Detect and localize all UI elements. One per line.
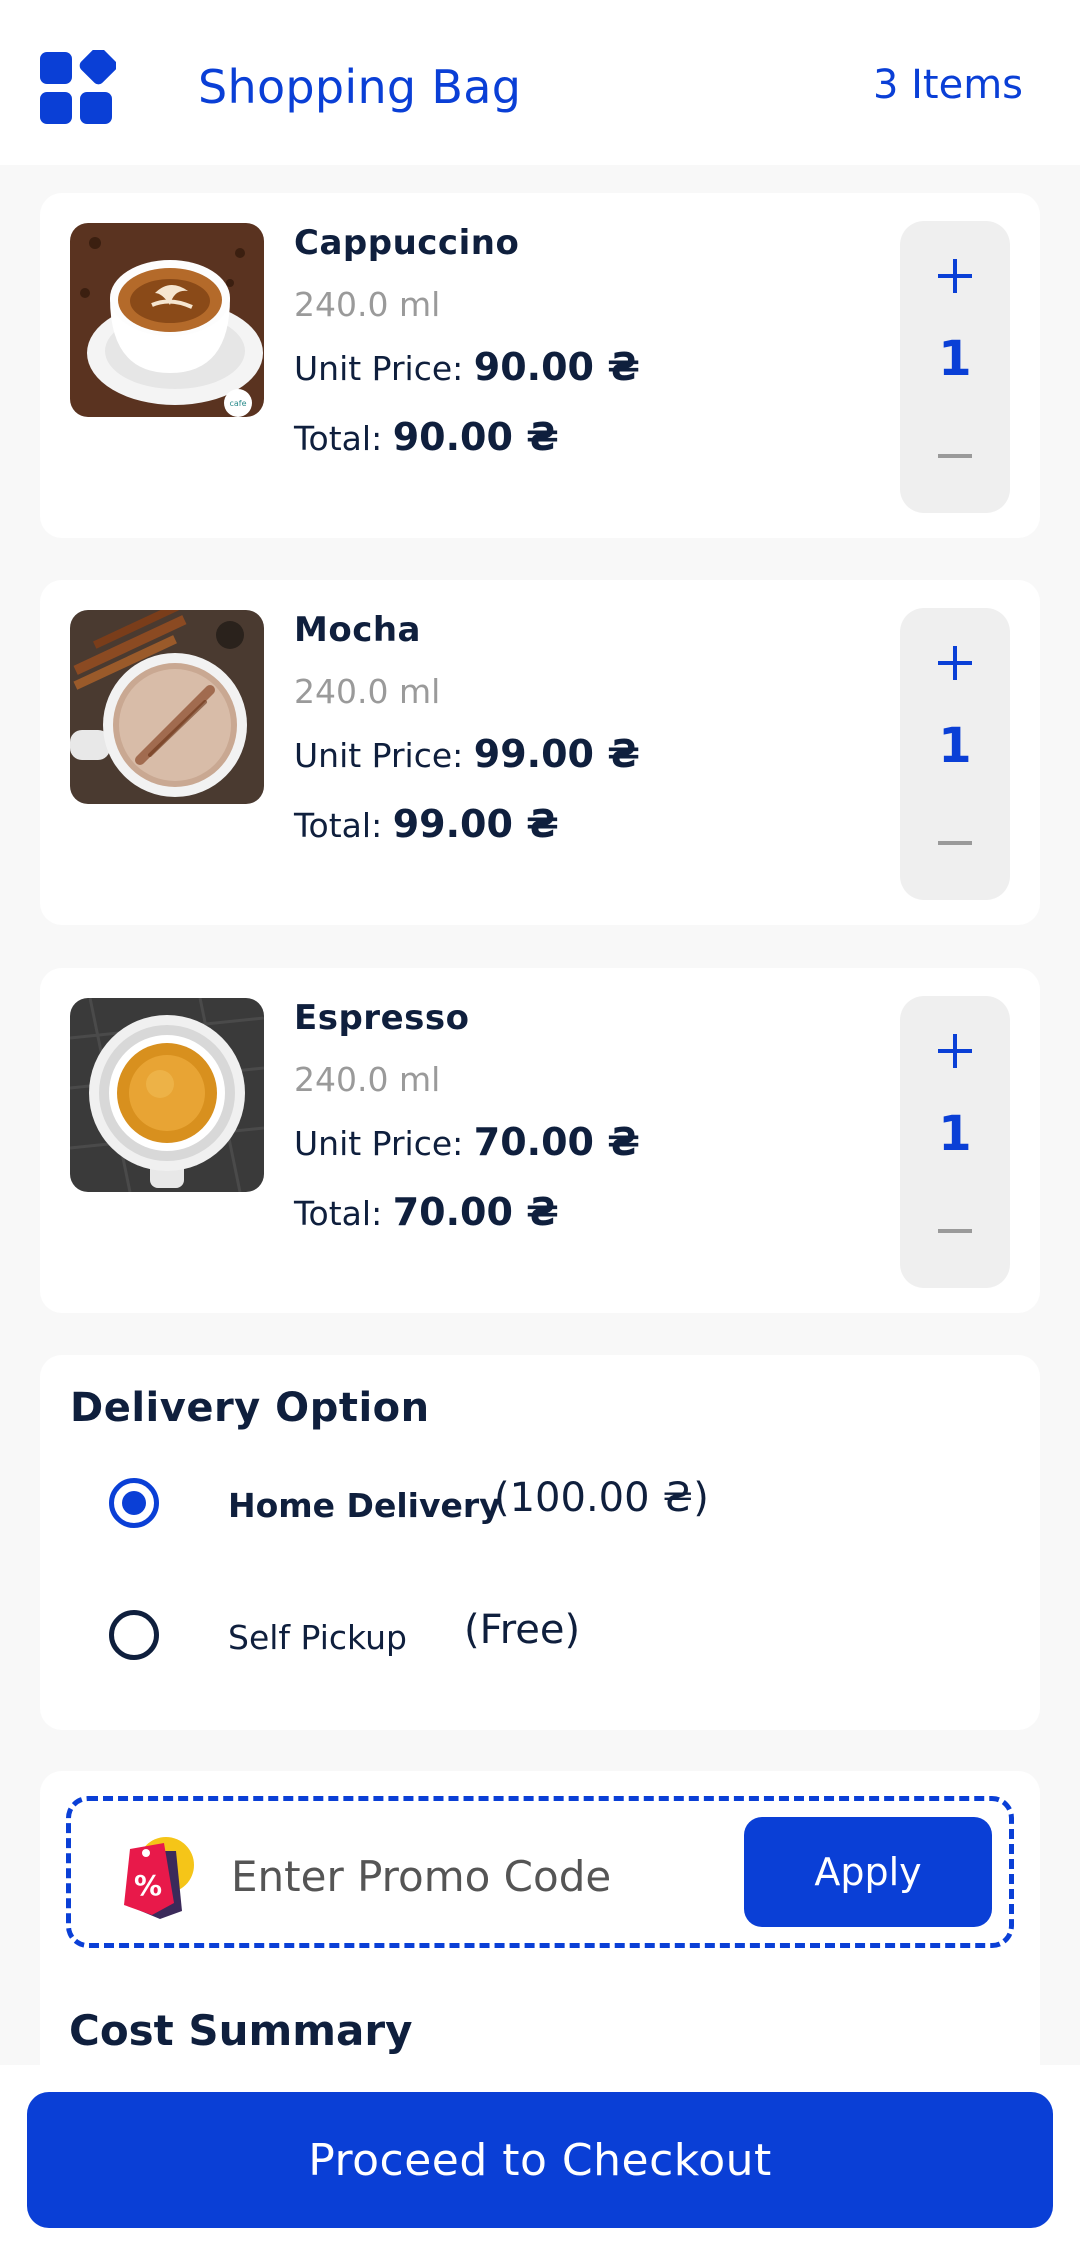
app-header: Shopping Bag 3 Items — [0, 0, 1080, 165]
unit-price: Unit Price: 90.00 ₴ — [294, 345, 640, 389]
cart-item-card: Mocha 240.0 ml Unit Price: 99.00 ₴ Total… — [40, 580, 1040, 925]
promo-card: % Apply Cost Summary — [40, 1771, 1040, 2091]
discount-tag-icon: % — [116, 1831, 196, 1921]
minus-icon[interactable] — [935, 436, 975, 476]
quantity-value: 1 — [938, 718, 972, 774]
option-label: Home Delivery — [228, 1486, 501, 1525]
promo-code-input[interactable] — [231, 1841, 731, 1911]
unit-price-label: Unit Price: — [294, 1124, 464, 1163]
item-total-value: 90.00 ₴ — [392, 415, 559, 459]
self-pickup-option[interactable]: Self Pickup (Free) — [40, 1585, 1040, 1685]
quantity-value: 1 — [938, 331, 972, 387]
item-total-label: Total: — [294, 1194, 383, 1233]
cost-summary-title: Cost Summary — [69, 2006, 413, 2055]
option-label: Self Pickup — [228, 1618, 407, 1657]
quantity-stepper: 1 — [900, 996, 1010, 1288]
items-count: 3 Items — [872, 62, 1023, 108]
svg-text:%: % — [134, 1869, 162, 1902]
item-total-value: 99.00 ₴ — [392, 802, 559, 846]
svg-text:cafe: cafe — [229, 399, 246, 408]
mocha-image — [70, 610, 264, 804]
item-total-value: 70.00 ₴ — [392, 1190, 559, 1234]
cart-item-card: cafe Cappuccino 240.0 ml Unit Price: 90.… — [40, 193, 1040, 538]
quantity-stepper: 1 — [900, 221, 1010, 513]
plus-icon[interactable] — [935, 1031, 975, 1071]
product-name: Mocha — [294, 610, 421, 650]
cappuccino-image: cafe — [70, 223, 264, 417]
item-total-label: Total: — [294, 419, 383, 458]
item-total-label: Total: — [294, 806, 383, 845]
radio-selected-icon[interactable] — [109, 1478, 159, 1528]
item-total: Total: 70.00 ₴ — [294, 1190, 559, 1234]
product-size: 240.0 ml — [294, 1060, 441, 1099]
unit-price-value: 99.00 ₴ — [473, 732, 640, 776]
item-total: Total: 99.00 ₴ — [294, 802, 559, 846]
promo-code-box: % Apply — [66, 1796, 1014, 1948]
unit-price-label: Unit Price: — [294, 736, 464, 775]
minus-icon[interactable] — [935, 823, 975, 863]
radio-unselected-icon[interactable] — [109, 1610, 159, 1660]
product-name: Espresso — [294, 998, 470, 1038]
delivery-options-card: Delivery Option Home Delivery (100.00 ₴)… — [40, 1355, 1040, 1730]
option-price: (Free) — [464, 1607, 581, 1653]
plus-icon[interactable] — [935, 643, 975, 683]
unit-price: Unit Price: 70.00 ₴ — [294, 1120, 640, 1164]
grid-icon[interactable] — [40, 46, 118, 126]
cart-item-card: Espresso 240.0 ml Unit Price: 70.00 ₴ To… — [40, 968, 1040, 1313]
product-size: 240.0 ml — [294, 285, 441, 324]
option-price: (100.00 ₴) — [494, 1475, 709, 1521]
unit-price-label: Unit Price: — [294, 349, 464, 388]
delivery-title: Delivery Option — [70, 1385, 430, 1431]
apply-button[interactable]: Apply — [744, 1817, 992, 1927]
unit-price-value: 90.00 ₴ — [473, 345, 640, 389]
page-title: Shopping Bag — [198, 60, 522, 114]
product-size: 240.0 ml — [294, 672, 441, 711]
unit-price: Unit Price: 99.00 ₴ — [294, 732, 640, 776]
item-total: Total: 90.00 ₴ — [294, 415, 559, 459]
quantity-value: 1 — [938, 1106, 972, 1162]
home-delivery-option[interactable]: Home Delivery (100.00 ₴) — [40, 1453, 1040, 1553]
minus-icon[interactable] — [935, 1211, 975, 1251]
quantity-stepper: 1 — [900, 608, 1010, 900]
product-name: Cappuccino — [294, 223, 520, 263]
plus-icon[interactable] — [935, 256, 975, 296]
unit-price-value: 70.00 ₴ — [473, 1120, 640, 1164]
proceed-to-checkout-button[interactable]: Proceed to Checkout — [27, 2092, 1053, 2228]
espresso-image — [70, 998, 264, 1192]
